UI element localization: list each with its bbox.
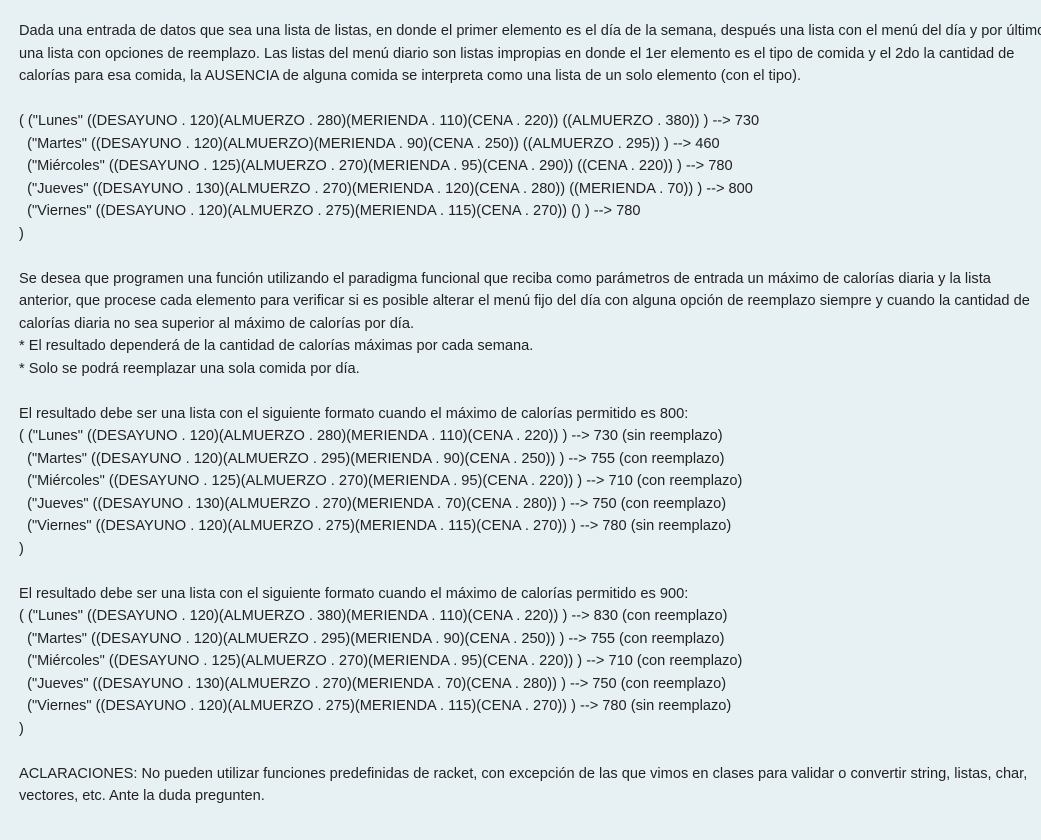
code-line: ( ("Lunes" ((DESAYUNO . 120)(ALMUERZO . … — [19, 113, 760, 129]
code-line: ( ("Lunes" ((DESAYUNO . 120)(ALMUERZO . … — [19, 428, 723, 444]
text-line: * Solo se podrá reemplazar una sola comi… — [19, 360, 360, 377]
code-line: ( ("Lunes" ((DESAYUNO . 120)(ALMUERZO . … — [19, 608, 728, 624]
code-line: ("Miércoles" ((DESAYUNO . 125)(ALMUERZO … — [19, 473, 743, 489]
text-line: Se desea que programen una función utili… — [19, 270, 991, 287]
notes-paragraph: ACLARACIONES: No pueden utilizar funcion… — [19, 763, 1027, 808]
code-line: ("Martes" ((DESAYUNO . 120)(ALMUERZO . 2… — [19, 450, 725, 467]
task-paragraph: Se desea que programen una función utili… — [19, 268, 1030, 381]
text-line: una lista con opciones de reemplazo. Las… — [19, 45, 1015, 62]
code-line: ("Martes" ((DESAYUNO . 120)(ALMUERZO . 2… — [19, 630, 725, 647]
text-line: El resultado debe ser una lista con el s… — [19, 585, 689, 602]
code-line: ("Miércoles" ((DESAYUNO . 125)(ALMUERZO … — [19, 158, 733, 174]
text-line: calorías para esa comida, la AUSENCIA de… — [19, 68, 802, 84]
code-line: ("Viernes" ((DESAYUNO . 120)(ALMUERZO . … — [19, 698, 732, 714]
text-line: vectores, etc. Ante la duda pregunten. — [19, 788, 265, 804]
input-example-block: ( ("Lunes" ((DESAYUNO . 120)(ALMUERZO . … — [19, 110, 1027, 245]
code-line: ("Jueves" ((DESAYUNO . 130)(ALMUERZO . 2… — [19, 495, 727, 512]
text-line: ACLARACIONES: No pueden utilizar funcion… — [19, 765, 1028, 782]
result-800-block: El resultado debe ser una lista con el s… — [19, 403, 1027, 561]
code-line: ) — [19, 225, 24, 242]
text-line: anterior, que procese cada elemento para… — [19, 293, 1030, 309]
text-line: El resultado debe ser una lista con el s… — [19, 405, 689, 422]
intro-paragraph: Dada una entrada de datos que sea una li… — [19, 20, 1041, 88]
code-line: ("Jueves" ((DESAYUNO . 130)(ALMUERZO . 2… — [19, 675, 727, 692]
result-900-block: El resultado debe ser una lista con el s… — [19, 583, 1027, 741]
code-line: ("Viernes" ((DESAYUNO . 120)(ALMUERZO . … — [19, 203, 641, 219]
code-line: ("Viernes" ((DESAYUNO . 120)(ALMUERZO . … — [19, 518, 732, 534]
text-line: calorías diaria no sea superior al máxim… — [19, 315, 415, 332]
code-line: ) — [19, 720, 24, 737]
text-line: Dada una entrada de datos que sea una li… — [19, 23, 1041, 39]
text-line: * El resultado dependerá de la cantidad … — [19, 338, 534, 354]
code-line: ("Martes" ((DESAYUNO . 120)(ALMUERZO)(ME… — [19, 135, 720, 152]
code-line: ("Miércoles" ((DESAYUNO . 125)(ALMUERZO … — [19, 653, 743, 669]
code-line: ("Jueves" ((DESAYUNO . 130)(ALMUERZO . 2… — [19, 180, 753, 197]
question-text-panel: Dada una entrada de datos que sea una li… — [0, 0, 1041, 840]
code-line: ) — [19, 540, 24, 557]
